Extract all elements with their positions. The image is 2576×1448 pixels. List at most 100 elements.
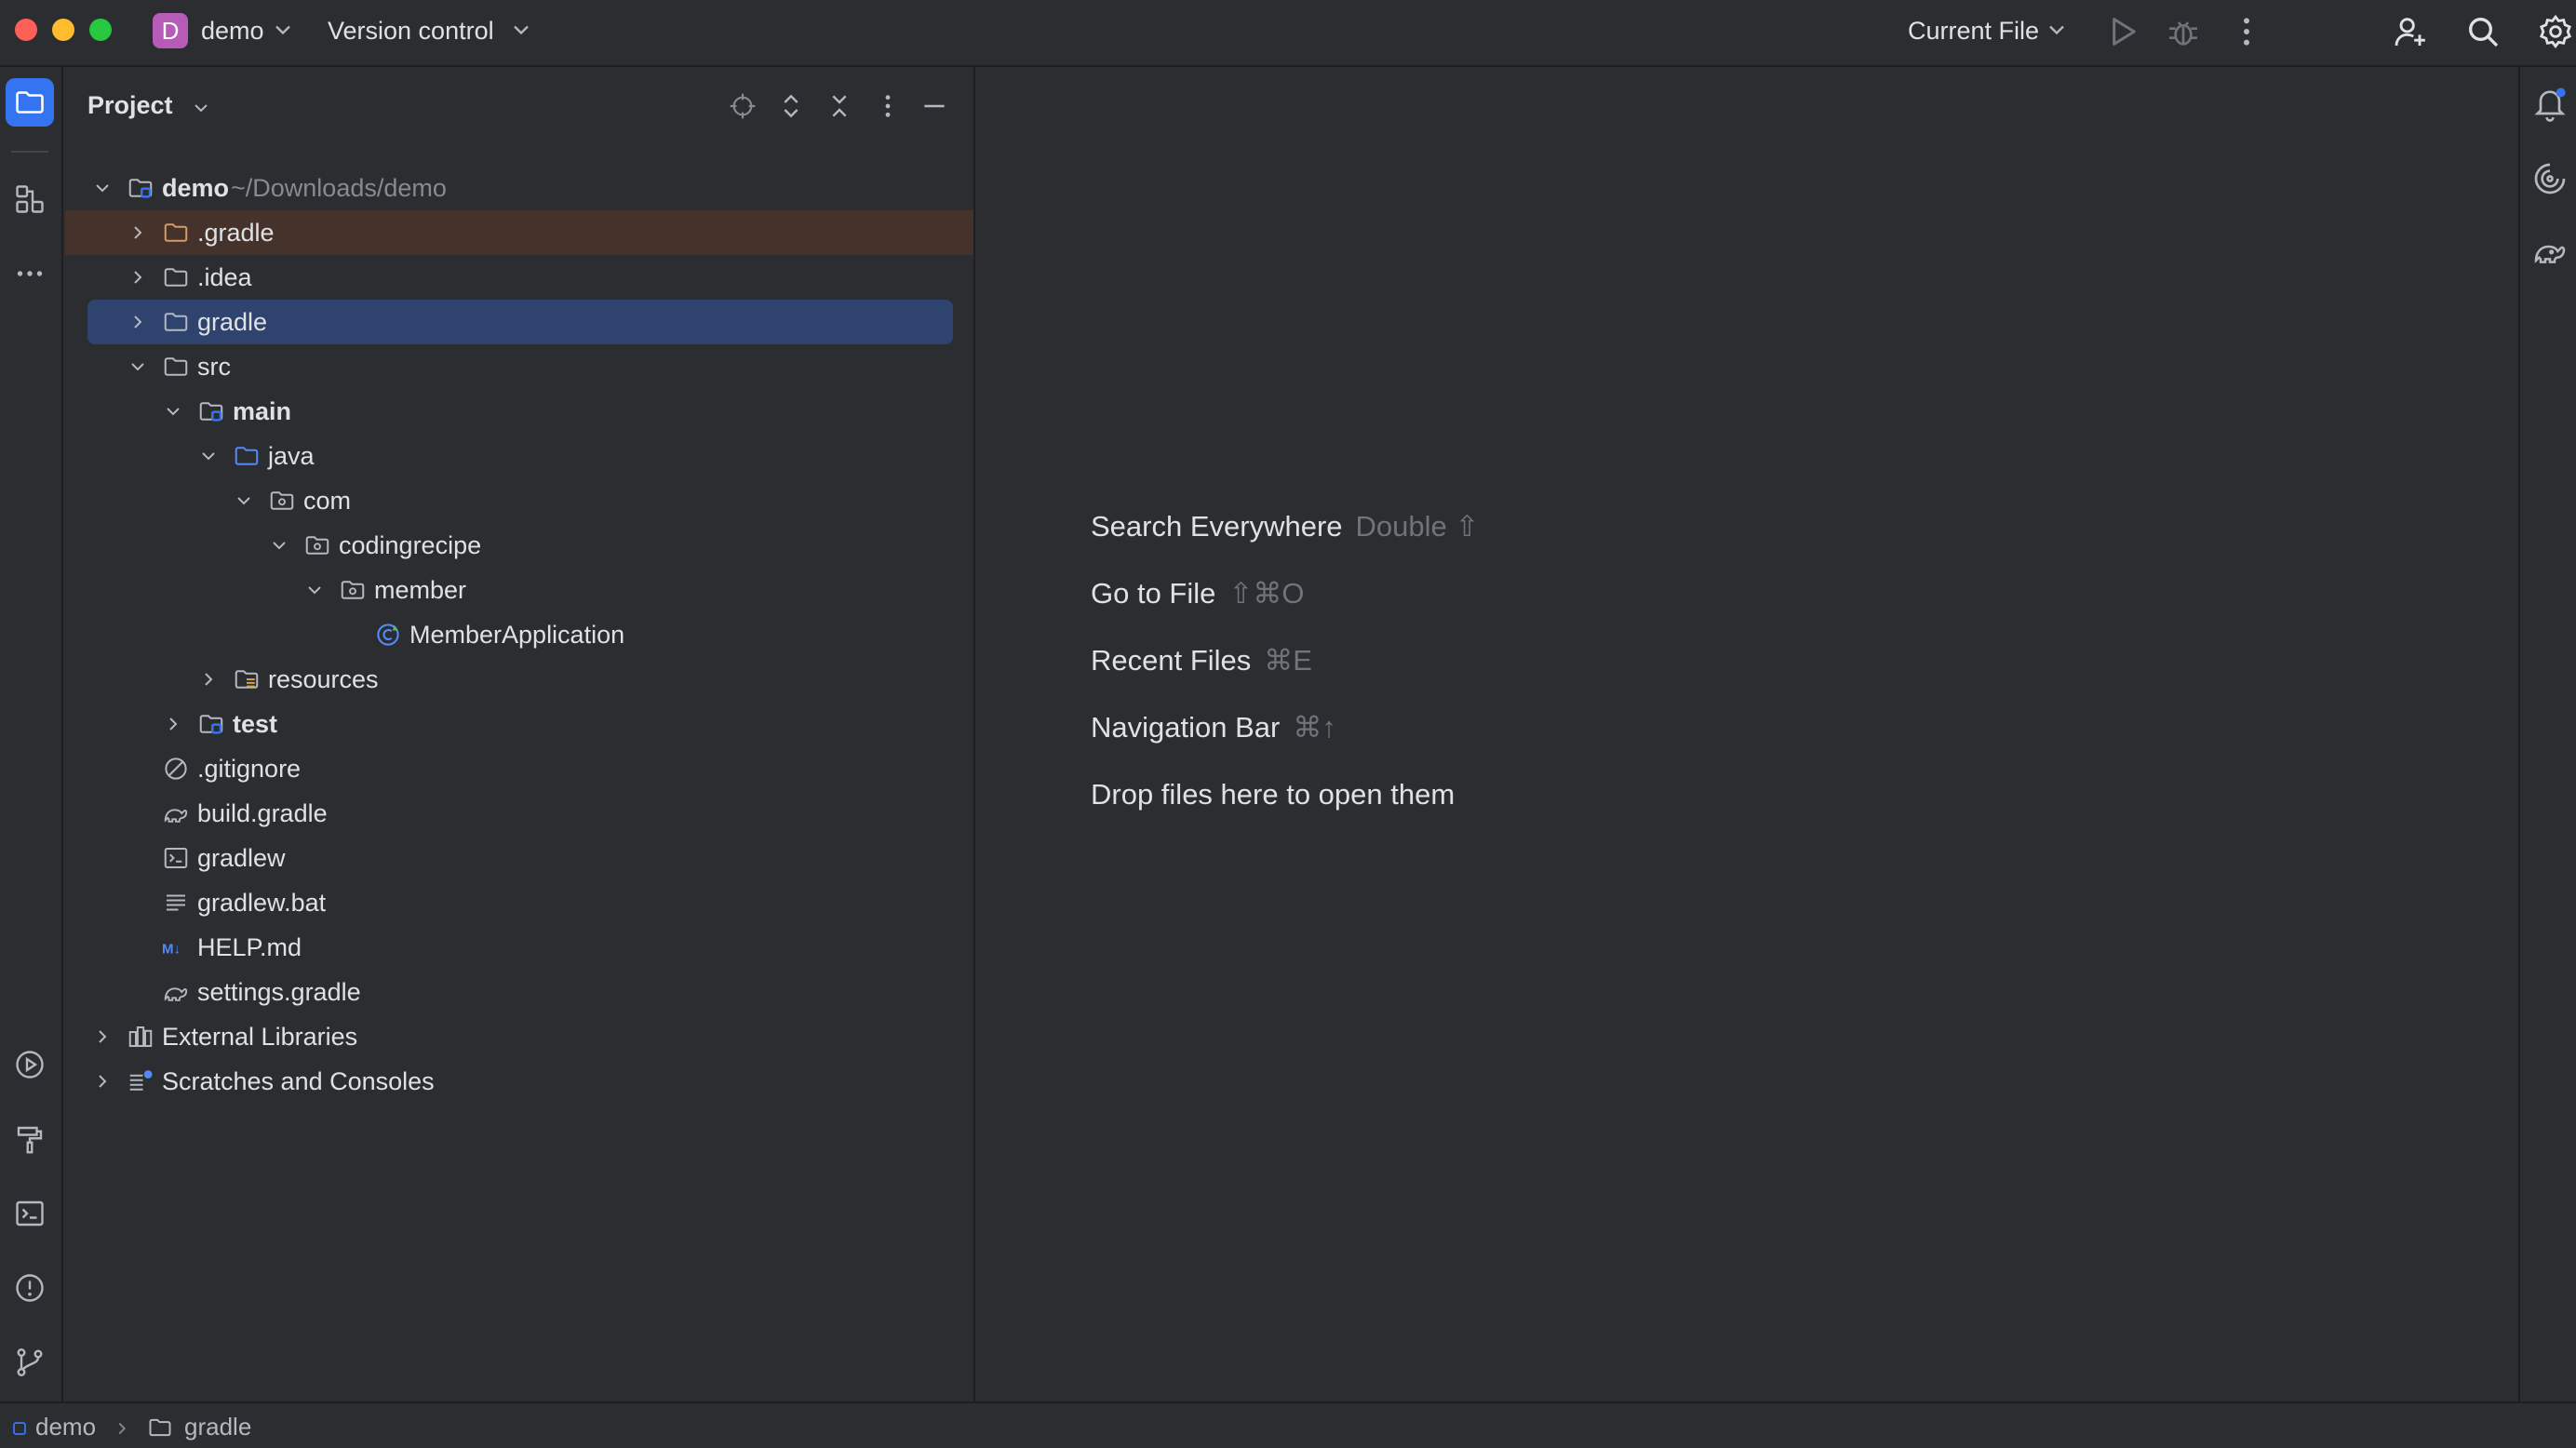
tree-row[interactable]: .idea [65,255,973,300]
tree-row[interactable]: resources [65,657,973,702]
chevron-down-icon[interactable] [270,17,296,43]
tree-row[interactable]: settings.gradle [65,970,973,1014]
tree-row[interactable]: main [65,389,973,434]
chevron-down-icon[interactable] [162,400,184,422]
ai-assistant-icon[interactable] [2531,160,2569,197]
tree-row[interactable]: M↓ HELP.md [65,925,973,970]
bug-icon[interactable] [2165,13,2202,50]
structure-icon [16,185,44,213]
chevron-down-icon[interactable] [268,534,290,556]
expand-all-icon[interactable] [776,91,806,121]
chevron-right-icon[interactable] [127,311,149,333]
terminal-tool-button[interactable] [6,1189,54,1238]
breadcrumb-project[interactable]: demo [35,1413,96,1441]
title-bar: D demo Version control Current File [0,0,2576,67]
tree-row[interactable]: .gitignore [65,746,973,791]
folder-icon [164,313,188,331]
hint-shortcut: Double ⇧ [1355,510,1480,543]
chevron-right-icon[interactable] [197,668,220,690]
tree-item-label: demo [162,174,230,202]
search-icon[interactable] [2464,13,2502,50]
left-tool-strip [0,67,63,1401]
chevron-right-icon[interactable] [91,1070,114,1093]
project-tool-button[interactable] [6,78,54,127]
tree-row[interactable]: gradlew [65,836,973,880]
minimize-icon[interactable] [919,91,949,121]
chevron-down-icon[interactable] [303,579,326,601]
excluded-folder-icon [164,223,188,242]
run-tool-button[interactable] [6,1040,54,1089]
version-control-menu[interactable]: Version control [328,15,494,47]
notifications-icon[interactable] [2531,86,2569,123]
editor-hint[interactable]: Recent Files ⌘E [1091,644,1312,677]
tree-row[interactable]: codingrecipe [65,523,973,568]
tree-row[interactable]: .gradle [65,210,973,255]
minimize-window-button[interactable] [52,19,74,41]
hint-label: Go to File [1091,577,1216,610]
gradle-file-icon [164,809,188,823]
tree-item-label: member [374,576,467,604]
more-vertical-icon[interactable] [873,91,903,121]
gradle-icon[interactable] [2531,233,2569,270]
chevron-down-icon[interactable] [190,97,212,119]
tree-row[interactable]: gradlew.bat [65,880,973,925]
chevron-right-icon[interactable] [162,713,184,735]
structure-tool-button[interactable] [6,175,54,223]
tree-row[interactable]: demo ~/Downloads/demo [65,166,973,210]
git-tool-button[interactable] [6,1338,54,1387]
run-config-selector[interactable]: Current File [1908,15,2039,47]
editor-hint[interactable]: Go to File ⇧⌘O [1091,577,1304,610]
tree-row[interactable]: External Libraries [65,1014,973,1059]
tree-row[interactable]: member [65,568,973,612]
hint-shortcut: ⌘↑ [1293,711,1336,744]
tree-item-label: .idea [197,263,252,291]
tree-row[interactable]: test [65,702,973,746]
folder-icon [149,1418,171,1437]
zoom-window-button[interactable] [89,19,112,41]
project-panel-title[interactable]: Project [87,91,173,120]
text-file-icon [167,894,185,911]
chevron-down-icon[interactable] [127,355,149,378]
add-user-icon[interactable] [2392,13,2429,50]
problems-tool-button[interactable] [6,1264,54,1312]
chevron-right-icon[interactable] [91,1026,114,1048]
chevron-down-icon[interactable] [197,445,220,467]
editor-empty-area[interactable]: Search Everywhere Double ⇧ Go to File ⇧⌘O Re… [977,67,2518,1401]
settings-icon[interactable] [2537,13,2574,50]
chevron-down-icon[interactable] [91,177,114,199]
editor-hint[interactable]: Drop files here to open them [1091,778,1455,811]
markdown-file-icon: M↓ [162,941,181,957]
build-tool-button[interactable] [6,1115,54,1163]
breadcrumb-folder[interactable]: gradle [184,1413,251,1441]
chevron-down-icon[interactable] [508,17,534,43]
chevron-right-icon[interactable] [127,221,149,244]
tree-row[interactable]: build.gradle [65,791,973,836]
status-bar: demo gradle [0,1401,2576,1448]
tree-row[interactable]: com [65,478,973,523]
chevron-down-icon[interactable] [233,489,255,512]
project-badge[interactable]: D [153,13,188,48]
source-folder-icon [235,447,259,465]
close-window-button[interactable] [15,19,37,41]
play-icon[interactable] [2103,13,2140,50]
tree-row[interactable]: MemberApplication [65,612,973,657]
more-tools-button[interactable] [6,249,54,298]
collapse-all-icon[interactable] [825,91,854,121]
chevron-down-icon[interactable] [2044,17,2070,43]
tree-row[interactable]: gradle [87,300,953,344]
tree-row[interactable]: Scratches and Consoles [65,1059,973,1104]
project-selector[interactable]: demo [201,15,264,47]
tree-row[interactable]: java [65,434,973,478]
spring-class-icon [377,623,399,646]
chevron-right-icon[interactable] [127,266,149,288]
scratches-icon [129,1070,153,1091]
editor-hint[interactable]: Navigation Bar ⌘↑ [1091,711,1336,744]
more-vertical-icon[interactable] [2228,13,2265,50]
tree-item-label: resources [268,665,379,693]
locate-icon[interactable] [728,91,758,121]
tree-item-label: HELP.md [197,933,302,961]
tree-row[interactable]: src [65,344,973,389]
editor-hint[interactable]: Search Everywhere Double ⇧ [1091,510,1479,543]
svg-text:M↓: M↓ [162,941,181,957]
libraries-icon [128,1026,153,1047]
